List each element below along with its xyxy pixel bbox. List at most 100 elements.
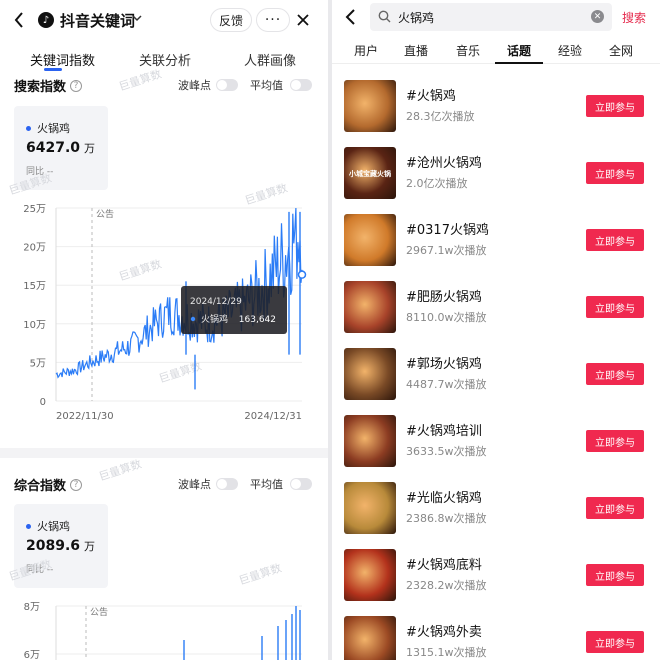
douyin-logo-icon: ♪ bbox=[38, 12, 54, 28]
join-topic-button[interactable]: 立即参与 bbox=[586, 363, 644, 385]
composite-index-title: 综合指数 bbox=[14, 479, 67, 494]
x-tick-label: 2022/11/30 bbox=[56, 411, 114, 422]
feedback-button[interactable]: 反馈 bbox=[210, 8, 252, 32]
clear-icon[interactable]: ✕ bbox=[591, 10, 604, 23]
peak-toggle-label: 波峰点 bbox=[178, 79, 211, 92]
topic-name[interactable]: #火锅鸡外卖 bbox=[406, 621, 482, 640]
topic-search-panel: 火锅鸡 ✕ 搜索 用户 直播 音乐 话题 经验 全网 #火锅鸡 28.3亿次播放立… bbox=[332, 0, 660, 660]
help-icon[interactable]: ? bbox=[70, 478, 83, 491]
topic-play-count: 2967.1w次播放 bbox=[406, 244, 487, 257]
join-topic-button[interactable]: 立即参与 bbox=[586, 95, 644, 117]
search-query: 火锅鸡 bbox=[398, 11, 435, 25]
y-tick-label: 20万 bbox=[23, 243, 46, 254]
topic-name[interactable]: #0317火锅鸡 bbox=[406, 219, 489, 238]
join-topic-button[interactable]: 立即参与 bbox=[586, 162, 644, 184]
tab-music[interactable]: 音乐 bbox=[456, 42, 480, 59]
topic-name[interactable]: #火锅鸡 bbox=[406, 85, 456, 104]
search-button[interactable]: 搜索 bbox=[622, 9, 646, 26]
topic-thumbnail[interactable]: 小城宝藏火锅 bbox=[344, 147, 396, 199]
join-topic-button[interactable]: 立即参与 bbox=[586, 564, 644, 586]
topic-thumbnail[interactable] bbox=[344, 281, 396, 333]
y-tick-label: 0 bbox=[40, 397, 46, 408]
topic-name[interactable]: #肥肠火锅鸡 bbox=[406, 286, 482, 305]
y-tick-label: 8万 bbox=[24, 602, 40, 613]
join-topic-button[interactable]: 立即参与 bbox=[586, 229, 644, 251]
average-toggle[interactable] bbox=[290, 478, 312, 490]
topic-row[interactable]: #光临火锅鸡 2386.8w次播放 立即参与 bbox=[332, 482, 660, 549]
join-topic-button[interactable]: 立即参与 bbox=[586, 296, 644, 318]
tab-all-web[interactable]: 全网 bbox=[609, 42, 633, 59]
topic-row[interactable]: #0317火锅鸡 2967.1w次播放 立即参与 bbox=[332, 214, 660, 281]
topic-thumbnail[interactable] bbox=[344, 415, 396, 467]
topic-thumbnail[interactable] bbox=[344, 549, 396, 601]
search-index-chart[interactable]: 0 5万 10万 15万 20万 25万 公告 2022/11/30 2024/12/31 202… bbox=[0, 198, 328, 430]
topic-thumbnail[interactable] bbox=[344, 214, 396, 266]
composite-index-chart[interactable]: 8万 6万 公告 bbox=[0, 596, 328, 660]
y-tick-label: 10万 bbox=[23, 320, 46, 331]
hover-point[interactable] bbox=[297, 270, 307, 279]
watermark-text: 巨量算数 bbox=[237, 561, 284, 588]
average-toggle-label: 平均值 bbox=[250, 79, 283, 92]
tab-users[interactable]: 用户 bbox=[354, 42, 378, 59]
average-toggle-label: 平均值 bbox=[250, 478, 283, 491]
tab-experience[interactable]: 经验 bbox=[558, 42, 582, 59]
search-icon bbox=[378, 10, 391, 23]
topic-row[interactable]: #火锅鸡底料 2328.2w次播放 立即参与 bbox=[332, 549, 660, 616]
tab-related-analysis[interactable]: 关联分析 bbox=[139, 50, 191, 69]
back-icon[interactable] bbox=[342, 8, 360, 26]
y-tick-label: 5万 bbox=[30, 358, 46, 369]
peak-toggle[interactable] bbox=[216, 478, 238, 490]
composite-index-value: 2089.6 bbox=[26, 538, 81, 554]
join-topic-button[interactable]: 立即参与 bbox=[586, 430, 644, 452]
section-divider bbox=[0, 448, 328, 458]
x-tick-label: 2024/12/31 bbox=[244, 411, 302, 422]
legend-series-name: 火锅鸡 bbox=[37, 122, 70, 135]
topic-play-count: 8110.0w次播放 bbox=[406, 311, 487, 324]
join-topic-button[interactable]: 立即参与 bbox=[586, 631, 644, 653]
tooltip-box bbox=[181, 286, 287, 334]
y-tick-label: 15万 bbox=[23, 281, 46, 292]
topic-thumbnail[interactable] bbox=[344, 482, 396, 534]
y-tick-label: 25万 bbox=[23, 204, 46, 215]
topic-play-count: 3633.5w次播放 bbox=[406, 445, 487, 458]
topic-play-count: 4487.7w次播放 bbox=[406, 378, 487, 391]
help-icon[interactable]: ? bbox=[70, 79, 83, 92]
search-input[interactable]: 火锅鸡 ✕ bbox=[370, 3, 612, 31]
topic-play-count: 2328.2w次播放 bbox=[406, 579, 487, 592]
search-index-value: 6427.0 bbox=[26, 140, 81, 156]
tab-audience-profile[interactable]: 人群画像 bbox=[244, 50, 296, 69]
more-button[interactable]: ··· bbox=[256, 8, 290, 32]
tooltip-date: 2024/12/29 bbox=[190, 297, 242, 307]
topic-name[interactable]: #火锅鸡底料 bbox=[406, 554, 482, 573]
peak-toggle[interactable] bbox=[216, 79, 238, 91]
average-toggle[interactable] bbox=[290, 79, 312, 91]
tab-topics[interactable]: 话题 bbox=[507, 42, 531, 59]
active-tab-indicator bbox=[495, 62, 543, 64]
tab-keyword-index[interactable]: 关键词指数 bbox=[30, 50, 95, 69]
tab-live[interactable]: 直播 bbox=[404, 42, 428, 59]
close-icon[interactable] bbox=[294, 11, 312, 29]
legend-series-name: 火锅鸡 bbox=[37, 520, 70, 533]
topic-thumbnail[interactable] bbox=[344, 80, 396, 132]
topic-row[interactable]: 小城宝藏火锅 #沧州火锅鸡 2.0亿次播放 立即参与 bbox=[332, 147, 660, 214]
topic-name[interactable]: #沧州火锅鸡 bbox=[406, 152, 482, 171]
value-unit: 万 bbox=[84, 540, 96, 553]
top-bar: ♪ 抖音关键词 反馈 ··· bbox=[0, 0, 328, 40]
topic-row[interactable]: #火锅鸡 28.3亿次播放 立即参与 bbox=[332, 80, 660, 147]
topic-name[interactable]: #火锅鸡培训 bbox=[406, 420, 482, 439]
chevron-down-icon[interactable] bbox=[132, 13, 142, 23]
topic-name[interactable]: #郭场火锅鸡 bbox=[406, 353, 482, 372]
topic-row[interactable]: #火锅鸡培训 3633.5w次播放 立即参与 bbox=[332, 415, 660, 482]
series-dot-icon bbox=[26, 125, 31, 131]
join-topic-button[interactable]: 立即参与 bbox=[586, 497, 644, 519]
topic-thumbnail[interactable] bbox=[344, 348, 396, 400]
topic-row[interactable]: #火锅鸡外卖 1315.1w次播放 立即参与 bbox=[332, 616, 660, 660]
topic-row[interactable]: #肥肠火锅鸡 8110.0w次播放 立即参与 bbox=[332, 281, 660, 348]
back-icon[interactable] bbox=[10, 11, 28, 29]
topic-name[interactable]: #光临火锅鸡 bbox=[406, 487, 482, 506]
topic-thumbnail[interactable] bbox=[344, 616, 396, 660]
search-index-title: 搜索指数 bbox=[14, 80, 67, 95]
series-dot-icon bbox=[26, 523, 31, 529]
topic-play-count: 28.3亿次播放 bbox=[406, 110, 475, 123]
topic-row[interactable]: #郭场火锅鸡 4487.7w次播放 立即参与 bbox=[332, 348, 660, 415]
